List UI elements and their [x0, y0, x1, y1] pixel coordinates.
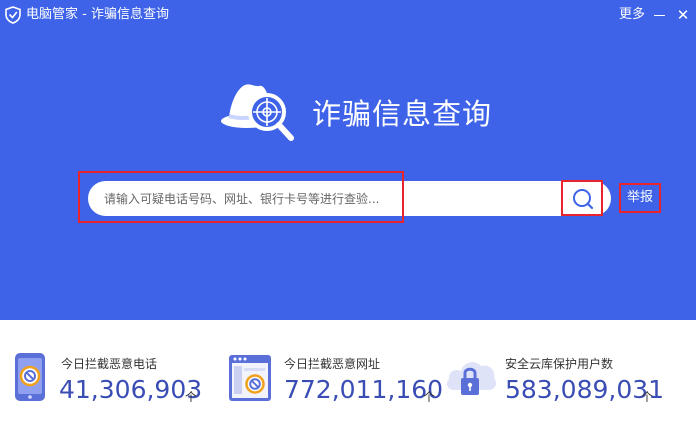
stat-label-phone: 今日拦截恶意电话 — [61, 357, 158, 371]
search-button[interactable] — [561, 180, 603, 216]
search-icon — [573, 189, 594, 210]
window: 电脑管家 - 诈骗信息查询 更多 ✕ 诈骗信息查询 举报 — [0, 0, 696, 423]
stat-value-website: 772,011,160 — [284, 375, 444, 404]
blocked-website-icon — [229, 355, 271, 401]
search-input[interactable] — [104, 184, 404, 213]
close-button[interactable]: ✕ — [675, 6, 691, 24]
report-button[interactable]: 举报 — [619, 183, 661, 213]
stat-label-users: 安全云库保护用户数 — [505, 357, 614, 371]
blocked-phone-icon — [15, 353, 45, 401]
stat-unit-users: 个 — [641, 390, 654, 404]
app-title: 电脑管家 - 诈骗信息查询 — [26, 7, 169, 22]
titlebar: 电脑管家 - 诈骗信息查询 更多 ✕ — [0, 0, 696, 30]
detective-hat-icon — [221, 84, 294, 141]
more-menu-button[interactable]: 更多 — [619, 7, 645, 23]
hero-banner: 电脑管家 - 诈骗信息查询 更多 ✕ 诈骗信息查询 举报 — [0, 0, 696, 320]
stat-unit-website: 个 — [423, 390, 436, 404]
minimize-button[interactable] — [651, 6, 667, 24]
shield-logo-icon — [5, 6, 21, 24]
cloud-lock-icon — [446, 362, 497, 395]
page-title: 诈骗信息查询 — [312, 97, 493, 131]
stat-unit-phone: 个 — [185, 390, 198, 404]
stat-value-phone: 41,306,903 — [59, 375, 203, 404]
stat-label-website: 今日拦截恶意网址 — [284, 357, 381, 371]
